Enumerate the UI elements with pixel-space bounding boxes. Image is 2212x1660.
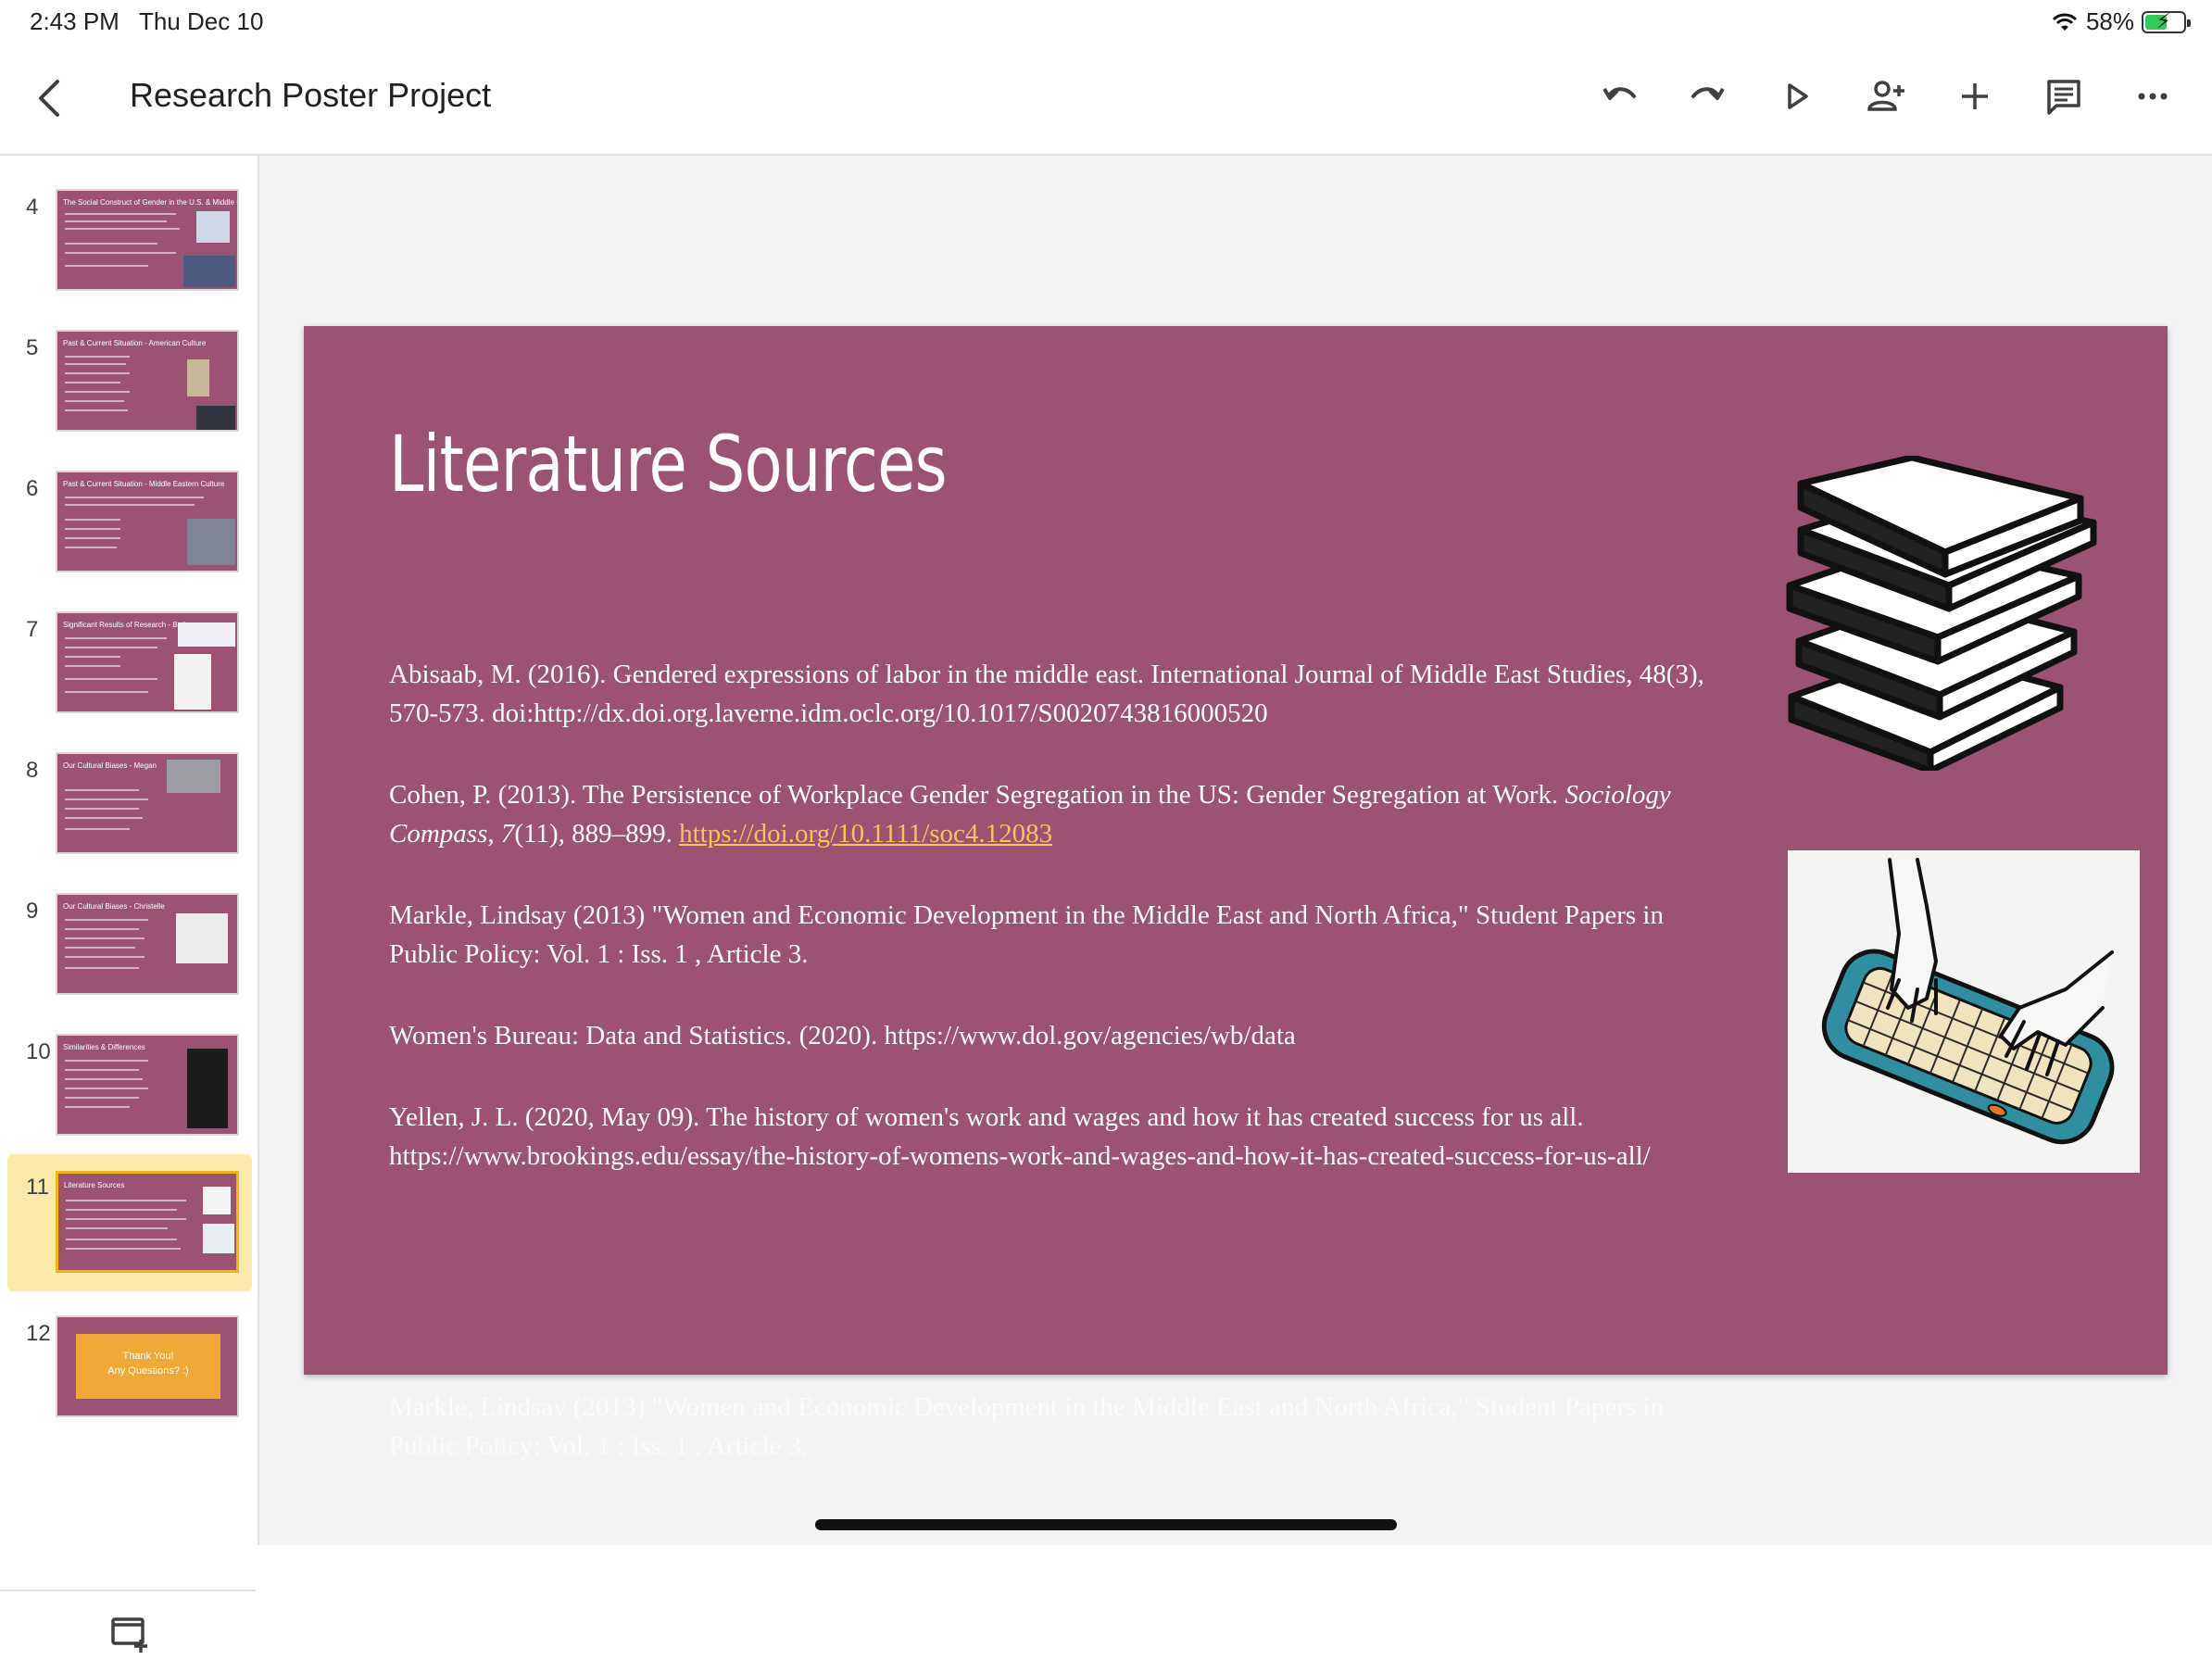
thumbnail-preview: Significant Results of Research - Both <box>56 611 239 713</box>
thumbnail-subtitle: Any Questions? :) <box>107 1365 189 1377</box>
thumbnail-preview: Past & Current Situation - Middle Easter… <box>56 471 239 572</box>
thumbnail-preview: The Social Construct of Gender in the U.… <box>56 189 239 291</box>
status-indicators: 58% ⚡ <box>2051 7 2191 36</box>
comment-icon <box>2047 80 2080 115</box>
thumbnail-title: Our Cultural Biases - Christelle <box>63 902 165 911</box>
slide-thumbnail-8[interactable]: 8 Our Cultural Biases - Megan <box>7 739 252 869</box>
slide-thumbnail-6[interactable]: 6 Past & Current Situation - Middle East… <box>7 458 252 587</box>
slide-thumbnail-5[interactable]: 5 Past & Current Situation - American Cu… <box>7 317 252 446</box>
books-stack-image[interactable] <box>1782 456 2103 771</box>
present-icon <box>1788 83 1808 109</box>
slide-thumbnail-12[interactable]: 12 Thank You! Any Questions? :) <box>7 1302 252 1432</box>
thumbnail-preview: Our Cultural Biases - Megan <box>56 752 239 854</box>
sidebar-divider <box>0 1590 256 1591</box>
battery-icon: ⚡ <box>2142 9 2191 33</box>
slide-number: 7 <box>26 617 39 642</box>
insert-button[interactable] <box>1949 70 2001 122</box>
reference-2-separator: , <box>487 819 501 849</box>
reference-2: Cohen, P. (2013). The Persistence of Wor… <box>389 775 1723 853</box>
thumbnail-title: Literature Sources <box>64 1181 125 1189</box>
thumbnail-preview: Literature Sources <box>56 1171 239 1273</box>
slide-number: 4 <box>26 195 39 220</box>
status-bar: 2:43 PM Thu Dec 10 58% ⚡ <box>0 0 2212 44</box>
reference-5: Yellen, J. L. (2020, May 09). The histor… <box>389 1102 1651 1171</box>
document-title[interactable]: Research Poster Project <box>130 76 491 115</box>
slide-thumbnail-9[interactable]: 9 Our Cultural Biases - Christelle <box>7 880 252 1010</box>
slide-number: 8 <box>26 758 39 783</box>
thumbnail-title: Similarities & Differences <box>63 1043 145 1051</box>
reference-2-link[interactable]: https://doi.org/10.1111/soc4.12083 <box>679 819 1052 849</box>
thumbnail-title: Past & Current Situation - American Cult… <box>63 339 207 347</box>
back-button[interactable] <box>24 72 76 124</box>
thumbnail-preview: Our Cultural Biases - Christelle <box>56 893 239 995</box>
references-textbox[interactable]: Abisaab, M. (2016). Gendered expressions… <box>389 655 1723 1218</box>
status-time: 2:43 PM <box>30 7 119 35</box>
thumbnail-title: Past & Current Situation - Middle Easter… <box>63 480 225 488</box>
thumbnail-title: Significant Results of Research - Both <box>63 621 188 629</box>
slide-number: 12 <box>26 1321 51 1346</box>
share-button[interactable] <box>1860 70 1912 122</box>
slide-number: 5 <box>26 335 39 360</box>
thumbnail-preview: Similarities & Differences <box>56 1034 239 1136</box>
present-button[interactable] <box>1771 70 1823 122</box>
reference-3: Markle, Lindsay (2013) "Women and Econom… <box>389 900 1664 969</box>
redo-icon <box>1691 87 1725 100</box>
reference-2-volume: 7 <box>500 819 515 849</box>
slide-thumbnail-4[interactable]: 4 The Social Construct of Gender in the … <box>7 176 252 306</box>
more-options-button[interactable] <box>2127 70 2179 122</box>
status-date: Thu Dec 10 <box>139 7 264 35</box>
slide-number: 11 <box>26 1175 49 1200</box>
thumbnail-title: Our Cultural Biases - Megan <box>63 761 157 770</box>
battery-percent: 58% <box>2085 7 2134 35</box>
slide-thumbnail-7[interactable]: 7 Significant Results of Research - Both <box>7 598 252 728</box>
slide-thumbnail-panel: 4 The Social Construct of Gender in the … <box>0 156 259 1653</box>
keyboard-typing-image[interactable] <box>1788 850 2140 1173</box>
thumbnail-title: Thank You! <box>122 1351 174 1362</box>
dragging-text-ghost: Markle, Lindsay (2013) "Women and Econom… <box>389 1392 1664 1461</box>
thumbnail-card: Thank You! Any Questions? :) <box>76 1334 220 1399</box>
thumbnail-preview: Thank You! Any Questions? :) <box>56 1315 239 1417</box>
toolbar: Research Poster Project <box>0 44 2212 156</box>
slide-number: 6 <box>26 476 39 501</box>
comments-button[interactable] <box>2038 70 2090 122</box>
reference-2-rest: (11), 889–899. <box>514 819 680 849</box>
slide-11[interactable]: Literature Sources Abisaab, M. (2016). G… <box>304 326 2168 1375</box>
back-icon <box>39 80 59 117</box>
add-person-icon <box>1867 81 1904 111</box>
more-icon <box>2138 93 2168 100</box>
add-slide-icon <box>111 1617 147 1653</box>
reference-4: Women's Bureau: Data and Statistics. (20… <box>389 1021 1296 1050</box>
new-slide-button[interactable] <box>104 1608 156 1660</box>
slide-thumbnail-10[interactable]: 10 Similarities & Differences <box>7 1021 252 1151</box>
reference-1: Abisaab, M. (2016). Gendered expressions… <box>389 660 1704 728</box>
reference-2-text: Cohen, P. (2013). The Persistence of Wor… <box>389 780 1565 810</box>
home-indicator[interactable] <box>815 1519 1397 1530</box>
slide-canvas: Literature Sources Abisaab, M. (2016). G… <box>259 156 2212 1545</box>
thumbnail-title: The Social Construct of Gender in the U.… <box>63 198 239 207</box>
undo-icon <box>1602 87 1636 100</box>
slide-number: 9 <box>26 899 39 924</box>
thumbnail-preview: Past & Current Situation - American Cult… <box>56 330 239 432</box>
wifi-icon <box>2052 13 2078 31</box>
toolbar-actions <box>1593 70 2179 122</box>
slide-title[interactable]: Literature Sources <box>389 419 948 509</box>
add-icon <box>1962 83 1988 109</box>
redo-button[interactable] <box>1682 70 1734 122</box>
slide-thumbnail-11[interactable]: 11 Literature Sources <box>7 1154 252 1291</box>
slide-number: 10 <box>26 1039 51 1064</box>
undo-button[interactable] <box>1593 70 1645 122</box>
